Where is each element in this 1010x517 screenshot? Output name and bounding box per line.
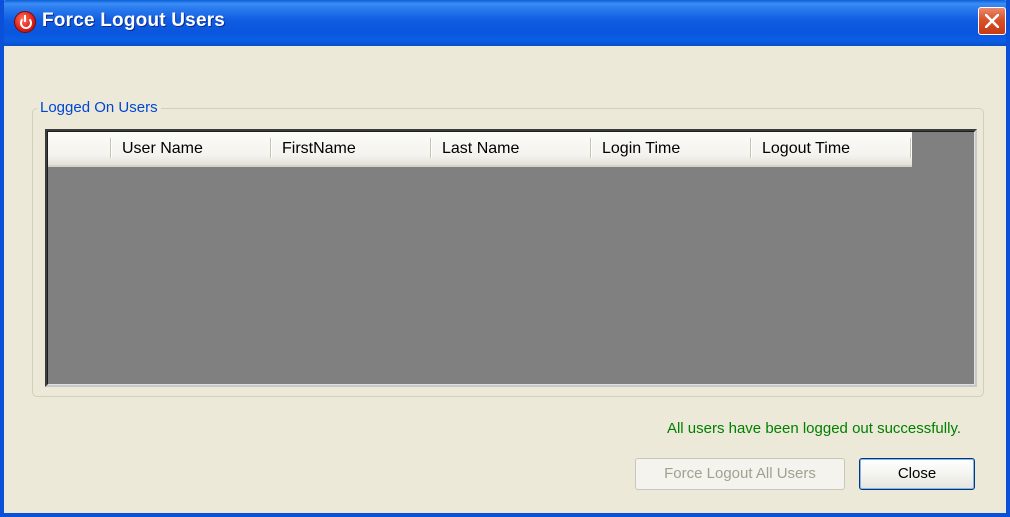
close-button[interactable]: Close bbox=[859, 458, 975, 490]
close-icon bbox=[985, 14, 999, 28]
column-header-logout-time[interactable]: Logout Time bbox=[752, 132, 912, 165]
grid-header: User Name FirstName Last Name Login Time… bbox=[48, 132, 912, 167]
column-header-user-name[interactable]: User Name bbox=[112, 132, 272, 165]
column-header-last-name[interactable]: Last Name bbox=[432, 132, 592, 165]
column-header-first-name[interactable]: FirstName bbox=[272, 132, 432, 165]
group-legend: Logged On Users bbox=[37, 99, 161, 116]
force-logout-window: Force Logout Users Logged On Users User … bbox=[0, 0, 1010, 517]
grid-body: User Name FirstName Last Name Login Time… bbox=[47, 131, 975, 385]
status-message: All users have been logged out successfu… bbox=[666, 420, 961, 437]
row-header-corner[interactable] bbox=[48, 132, 112, 165]
column-header-login-time[interactable]: Login Time bbox=[592, 132, 752, 165]
window-title: Force Logout Users bbox=[42, 10, 226, 31]
window-close-button[interactable] bbox=[978, 7, 1006, 35]
users-grid[interactable]: User Name FirstName Last Name Login Time… bbox=[45, 129, 977, 387]
app-power-icon bbox=[14, 11, 36, 33]
force-logout-all-button[interactable]: Force Logout All Users bbox=[635, 458, 845, 490]
title-bar[interactable]: Force Logout Users bbox=[4, 0, 1006, 46]
logged-on-users-group: Logged On Users User Name FirstName Last… bbox=[32, 99, 984, 397]
